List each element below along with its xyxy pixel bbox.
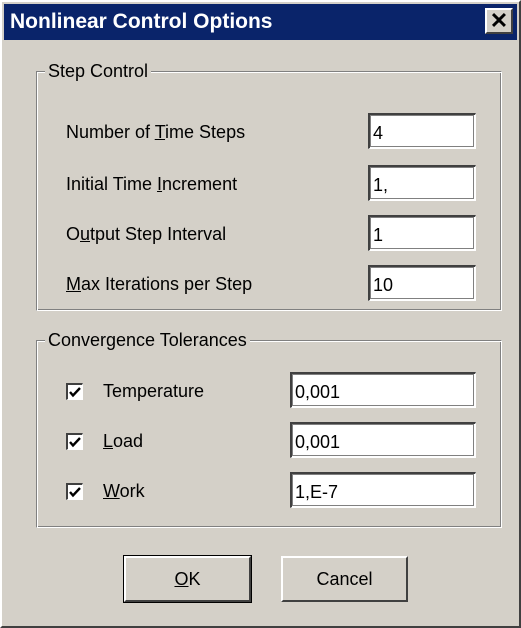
cancel-button-label: Cancel (316, 568, 373, 589)
convergence-tolerances-title: Convergence Tolerances (45, 328, 250, 352)
max-iterations-label: Max Iterations per Step (66, 274, 253, 294)
work-label[interactable]: Work (103, 479, 145, 503)
num-time-steps-label: Number of Time Steps (66, 122, 246, 142)
close-button[interactable]: ✕ (485, 8, 513, 34)
load-checkbox[interactable] (66, 433, 83, 450)
cancel-button[interactable]: Cancel (281, 556, 408, 602)
initial-time-increment-input[interactable] (368, 165, 476, 201)
checkmark-icon (69, 387, 81, 398)
temperature-checkbox[interactable] (66, 383, 83, 400)
initial-time-increment-label: Initial Time Increment (66, 174, 238, 194)
dialog-title: Nonlinear Control Options (10, 10, 273, 33)
work-checkbox[interactable] (66, 483, 83, 500)
load-tolerance-input[interactable] (290, 422, 476, 458)
output-step-interval-label: Output Step Interval (66, 224, 227, 244)
step-control-title: Step Control (45, 59, 152, 83)
checkmark-icon (69, 487, 81, 498)
dialog-window: Nonlinear Control Options ✕ Step Control… (0, 0, 521, 628)
temperature-tolerance-input[interactable] (290, 372, 476, 408)
temperature-label[interactable]: Temperature (103, 379, 204, 403)
ok-button[interactable]: OK (123, 555, 252, 603)
num-time-steps-input[interactable] (368, 113, 476, 149)
title-bar[interactable]: Nonlinear Control Options ✕ (4, 4, 517, 40)
work-tolerance-input[interactable] (290, 472, 476, 508)
close-icon: ✕ (489, 8, 509, 33)
checkmark-icon (69, 437, 81, 448)
ok-button-label: OK (174, 568, 201, 589)
output-step-interval-input[interactable] (368, 215, 476, 251)
load-label[interactable]: Load (103, 429, 143, 453)
max-iterations-input[interactable] (368, 265, 476, 301)
